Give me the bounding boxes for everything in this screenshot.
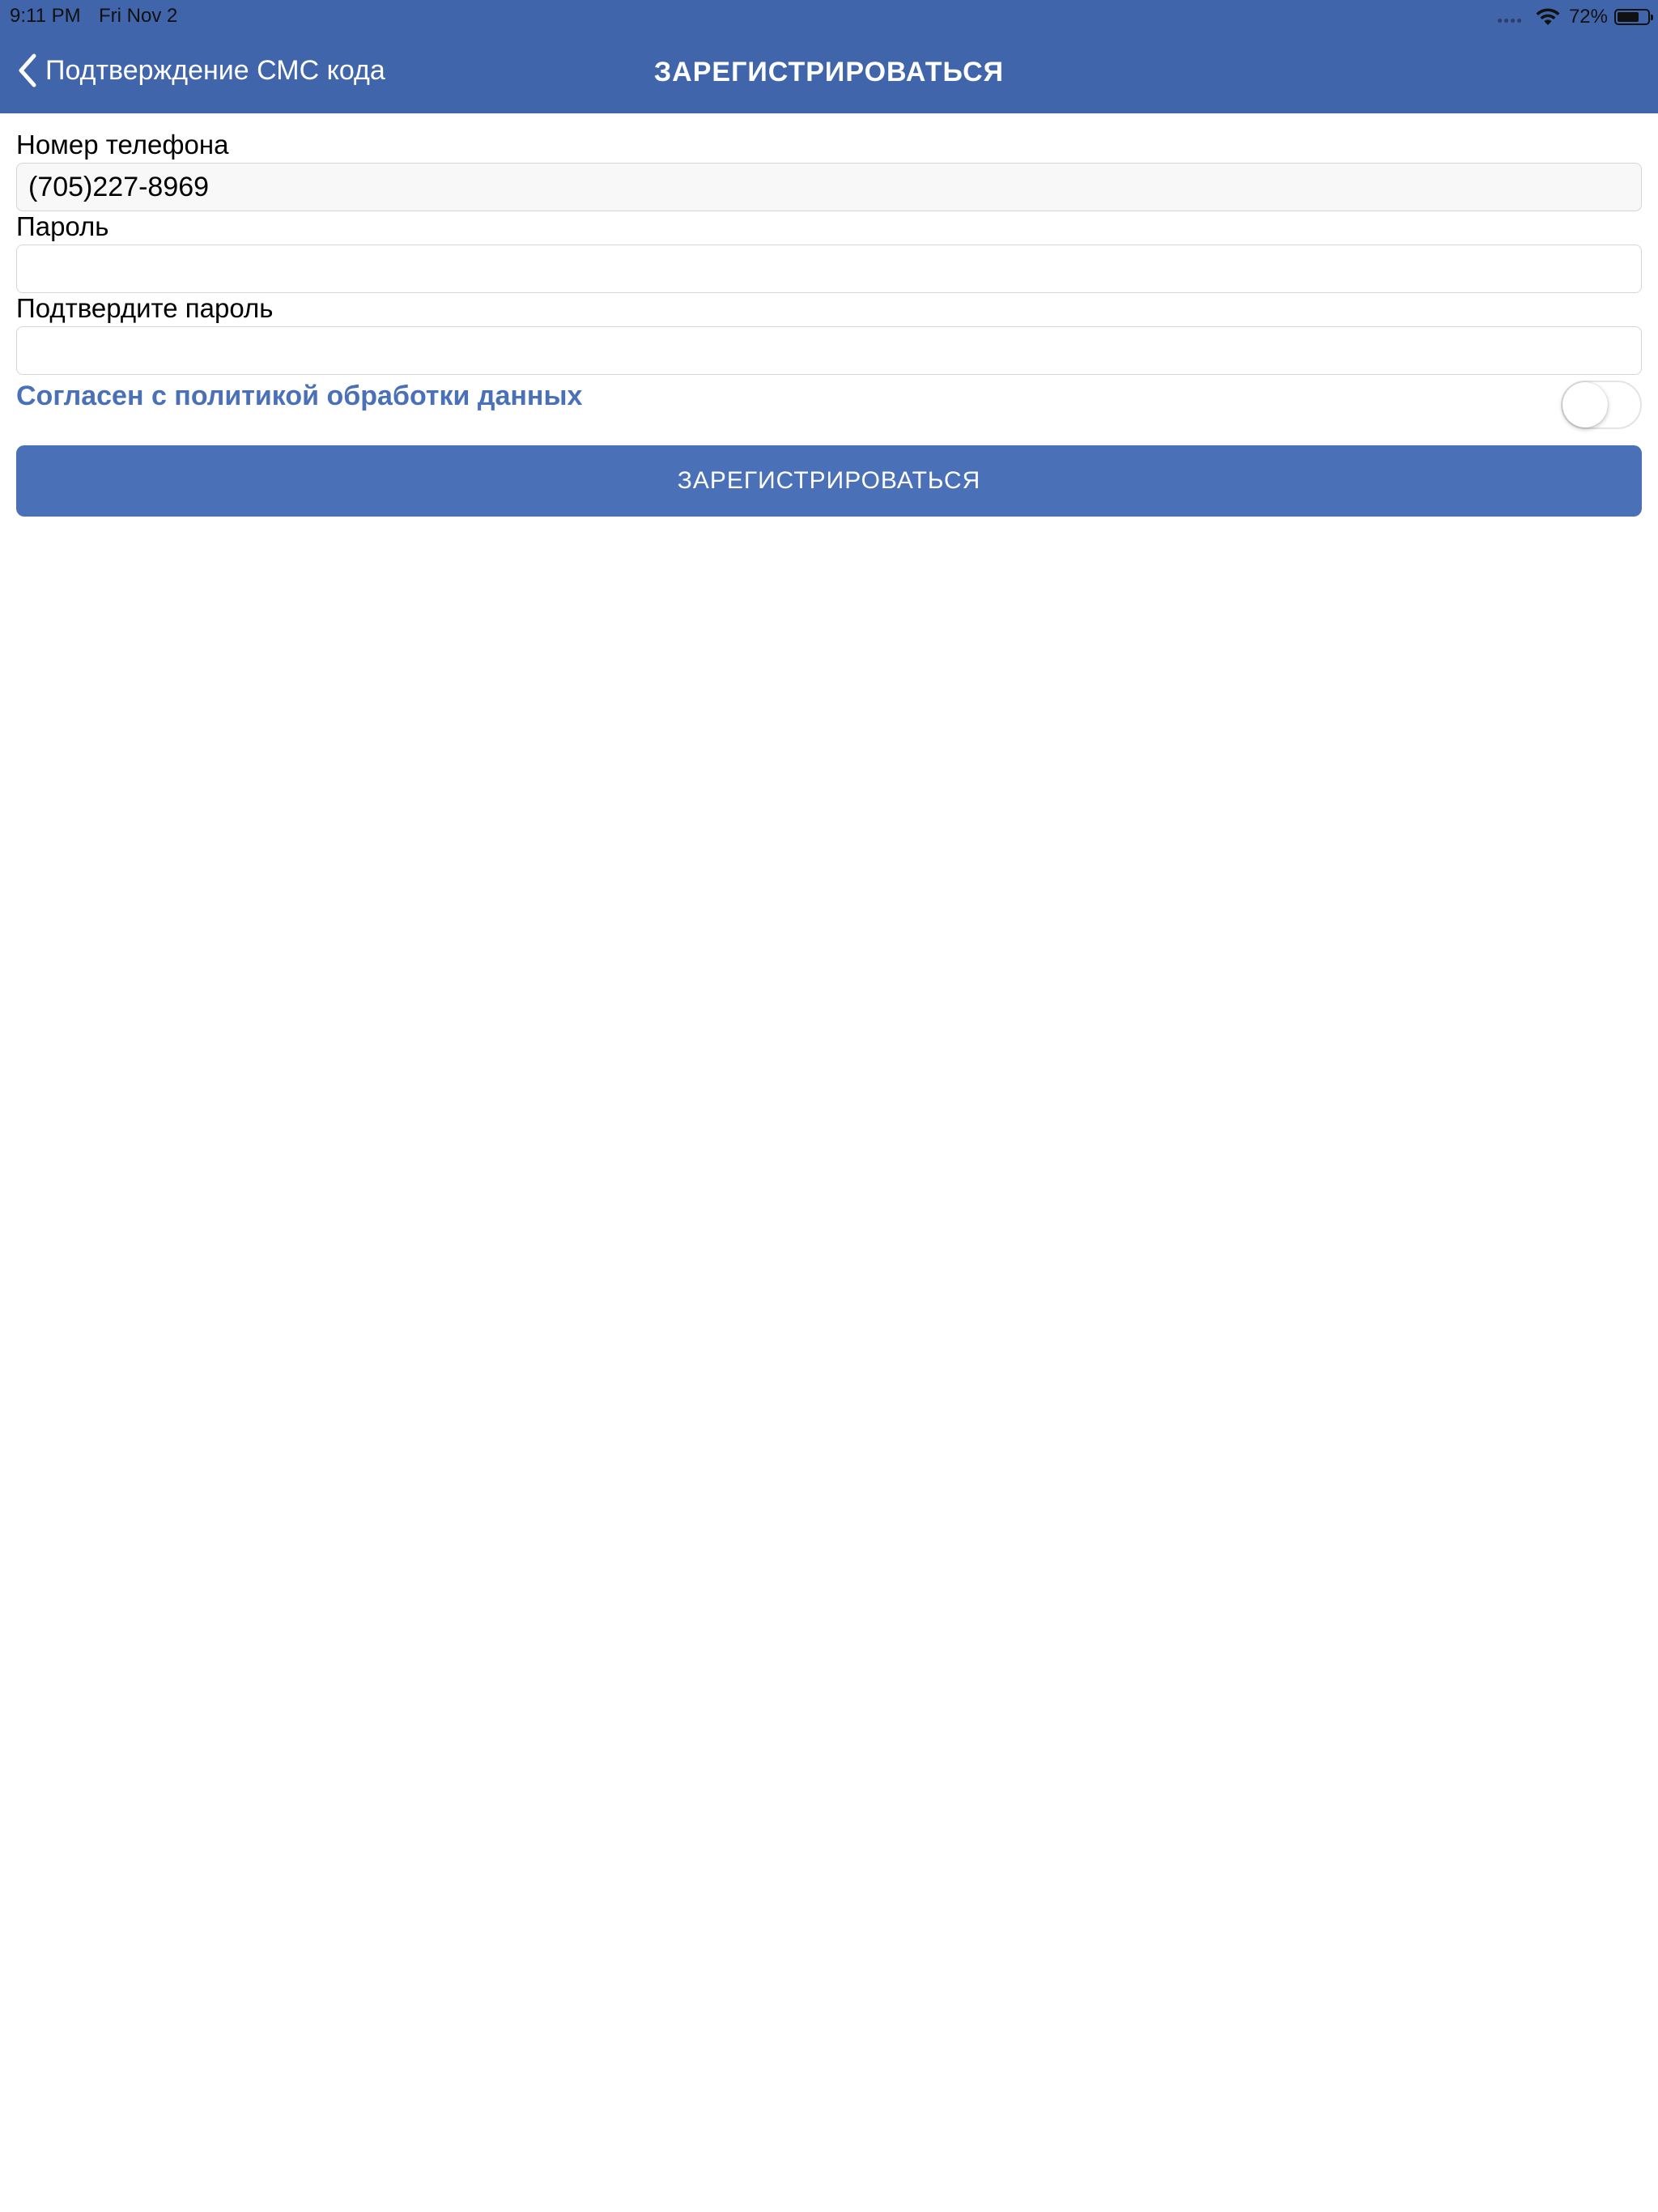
phone-field[interactable] bbox=[16, 163, 1642, 211]
confirm-password-field[interactable] bbox=[16, 326, 1642, 375]
consent-policy-label[interactable]: Согласен с политикой обработки данных bbox=[16, 381, 582, 412]
page-title: ЗАРЕГИСТРИРОВАТЬСЯ bbox=[653, 57, 1005, 87]
register-button[interactable]: ЗАРЕГИСТРИРОВАТЬСЯ bbox=[16, 445, 1642, 517]
consent-toggle[interactable] bbox=[1561, 381, 1642, 429]
status-date: Fri Nov 2 bbox=[99, 5, 178, 27]
wifi-icon bbox=[1536, 8, 1560, 25]
battery-percent: 72% bbox=[1568, 6, 1608, 28]
confirm-password-label: Подтвердите пароль bbox=[16, 293, 274, 323]
battery-fill bbox=[1618, 12, 1639, 22]
header: 9:11 PM Fri Nov 2 72% Подтверждение СМС … bbox=[0, 0, 1658, 113]
toggle-knob bbox=[1562, 382, 1608, 428]
registration-screen: 9:11 PM Fri Nov 2 72% Подтверждение СМС … bbox=[0, 0, 1658, 2212]
phone-label: Номер телефона bbox=[16, 130, 229, 160]
status-bar: 9:11 PM Fri Nov 2 72% bbox=[0, 0, 1658, 32]
nav-bar: Подтверждение СМС кода ЗАРЕГИСТРИРОВАТЬС… bbox=[0, 32, 1658, 113]
battery-cap bbox=[1651, 15, 1653, 20]
password-field[interactable] bbox=[16, 245, 1642, 293]
status-indicators: 72% bbox=[1497, 5, 1653, 29]
signal-dots-icon bbox=[1497, 11, 1524, 23]
password-label: Пароль bbox=[16, 211, 109, 241]
battery-icon bbox=[1614, 9, 1653, 25]
status-time: 9:11 PM bbox=[10, 5, 81, 27]
